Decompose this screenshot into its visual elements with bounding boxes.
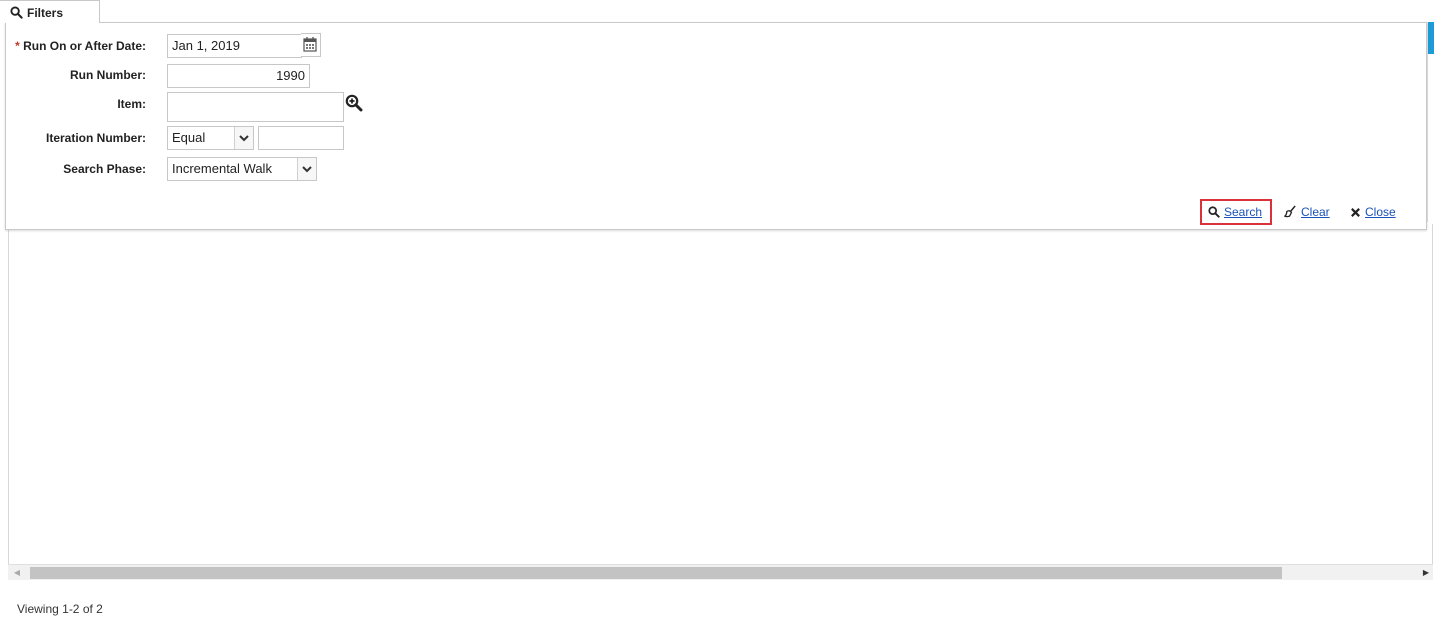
run-date-input[interactable]: Jan 1, 2019 bbox=[167, 34, 302, 58]
run-number-label: Run Number: bbox=[70, 68, 146, 82]
run-number-input[interactable]: 1990 bbox=[167, 64, 310, 88]
run-date-label-text: Run On or After Date: bbox=[23, 39, 146, 53]
zoom-in-icon[interactable] bbox=[345, 94, 363, 112]
clear-button[interactable]: Clear bbox=[1283, 203, 1330, 223]
run-number-value: 1990 bbox=[276, 68, 305, 83]
accent-marker bbox=[1428, 22, 1434, 54]
iteration-number-label: Iteration Number: bbox=[45, 131, 146, 145]
search-phase-label: Search Phase: bbox=[63, 162, 146, 176]
iteration-operator-value: Equal bbox=[172, 130, 206, 145]
close-icon bbox=[1351, 208, 1360, 217]
broom-icon bbox=[1283, 205, 1296, 218]
search-icon bbox=[10, 6, 23, 19]
search-phase-value: Incremental Walk bbox=[172, 161, 272, 176]
run-date-value: Jan 1, 2019 bbox=[172, 38, 240, 53]
viewing-count: Viewing 1-2 of 2 bbox=[17, 602, 103, 616]
search-button[interactable]: Search bbox=[1208, 203, 1262, 223]
chevron-down-icon bbox=[297, 158, 316, 180]
scrollbar-thumb[interactable] bbox=[30, 567, 1282, 579]
calendar-icon bbox=[303, 37, 317, 52]
item-label: Item: bbox=[117, 97, 146, 111]
close-button-label: Close bbox=[1365, 205, 1396, 219]
run-date-label: * Run On or After Date: bbox=[15, 39, 146, 53]
search-icon bbox=[1208, 206, 1220, 218]
horizontal-scrollbar[interactable]: ◀ ▶ bbox=[8, 564, 1433, 580]
required-marker: * bbox=[15, 39, 20, 53]
clear-button-label: Clear bbox=[1301, 205, 1330, 219]
calendar-button[interactable] bbox=[301, 33, 321, 57]
results-grid bbox=[8, 224, 1433, 579]
scroll-left-icon[interactable]: ◀ bbox=[10, 565, 24, 581]
tab-filters-label: Filters bbox=[27, 6, 64, 20]
iteration-operator-select[interactable]: Equal bbox=[167, 126, 254, 150]
search-phase-select[interactable]: Incremental Walk bbox=[167, 157, 317, 181]
chevron-down-icon bbox=[234, 127, 253, 149]
item-input[interactable] bbox=[167, 92, 344, 122]
iteration-number-input[interactable] bbox=[258, 126, 344, 150]
search-button-label: Search bbox=[1224, 205, 1263, 219]
tab-filters[interactable]: Filters bbox=[0, 0, 100, 23]
close-button[interactable]: Close bbox=[1350, 203, 1396, 223]
scroll-right-icon[interactable]: ▶ bbox=[1419, 565, 1433, 581]
